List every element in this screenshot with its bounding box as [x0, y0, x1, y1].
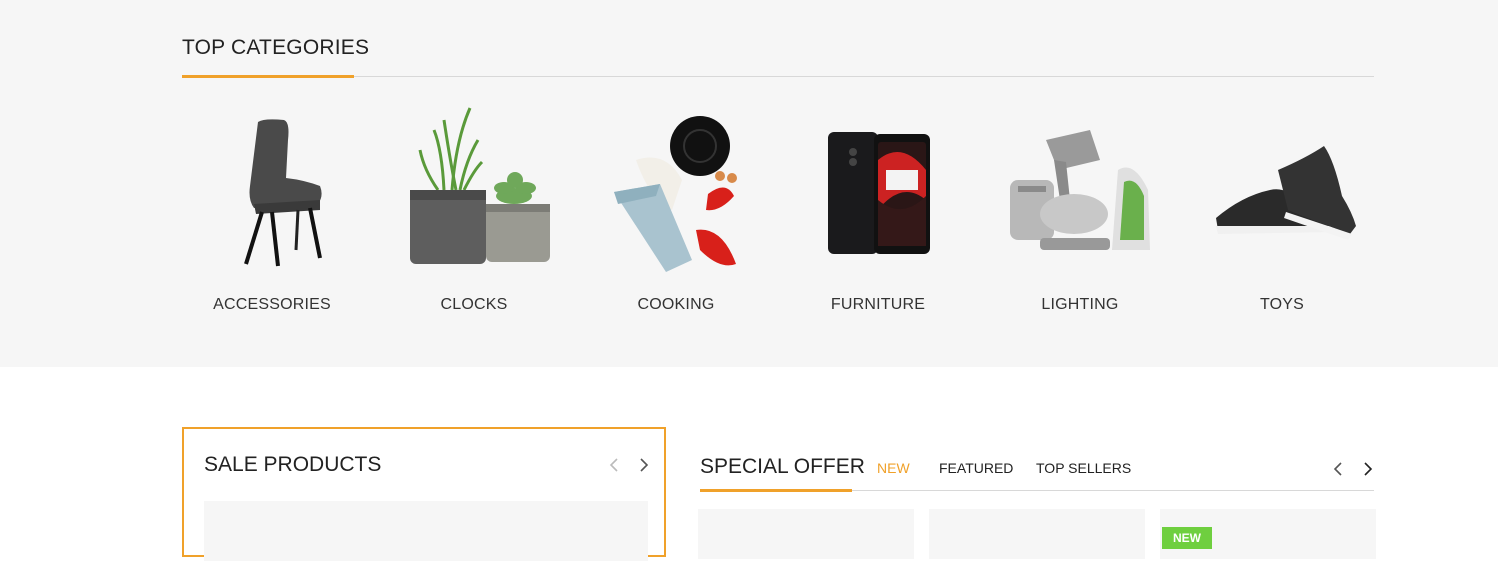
category-lighting[interactable]: LIGHTING: [990, 100, 1170, 330]
category-accessories[interactable]: ACCESSORIES: [182, 100, 362, 330]
special-offer-title: SPECIAL OFFER: [700, 455, 865, 478]
chevron-right-icon[interactable]: [1360, 461, 1376, 477]
category-furniture[interactable]: FURNITURE: [788, 100, 968, 330]
product-card[interactable]: [698, 509, 914, 559]
potted-plants-icon: [394, 100, 554, 280]
tab-new[interactable]: NEW: [877, 460, 910, 476]
sale-products-panel: SALE PRODUCTS: [182, 427, 666, 561]
chevron-left-icon[interactable]: [1330, 461, 1346, 477]
section-accent-line: [182, 75, 354, 78]
tab-top-sellers[interactable]: TOP SELLERS: [1036, 460, 1131, 476]
category-toys[interactable]: TOYS: [1192, 100, 1372, 330]
chevron-left-icon[interactable]: [606, 457, 622, 473]
tab-featured[interactable]: FEATURED: [939, 460, 1013, 476]
sale-product-card[interactable]: [204, 501, 648, 561]
sale-products-title: SALE PRODUCTS: [204, 453, 382, 476]
category-label: COOKING: [637, 296, 715, 313]
category-cooking[interactable]: COOKING: [586, 100, 766, 330]
smartphone-icon: [798, 100, 958, 280]
section-divider: [182, 76, 1374, 77]
category-clocks[interactable]: CLOCKS: [384, 100, 564, 330]
category-label: TOYS: [1259, 296, 1305, 313]
chevron-right-icon[interactable]: [636, 457, 652, 473]
category-label: LIGHTING: [1041, 296, 1119, 313]
top-categories-title: TOP CATEGORIES: [182, 36, 370, 59]
section-accent-line: [700, 489, 852, 492]
kitchen-appliances-icon: [1000, 100, 1160, 280]
fashion-accessories-icon: [596, 100, 756, 280]
chair-icon: [192, 100, 352, 280]
category-label: ACCESSORIES: [213, 296, 331, 313]
sneakers-icon: [1202, 100, 1362, 280]
new-badge: NEW: [1162, 527, 1212, 549]
product-card[interactable]: [929, 509, 1145, 559]
category-label: CLOCKS: [440, 296, 508, 313]
category-label: FURNITURE: [830, 296, 926, 313]
